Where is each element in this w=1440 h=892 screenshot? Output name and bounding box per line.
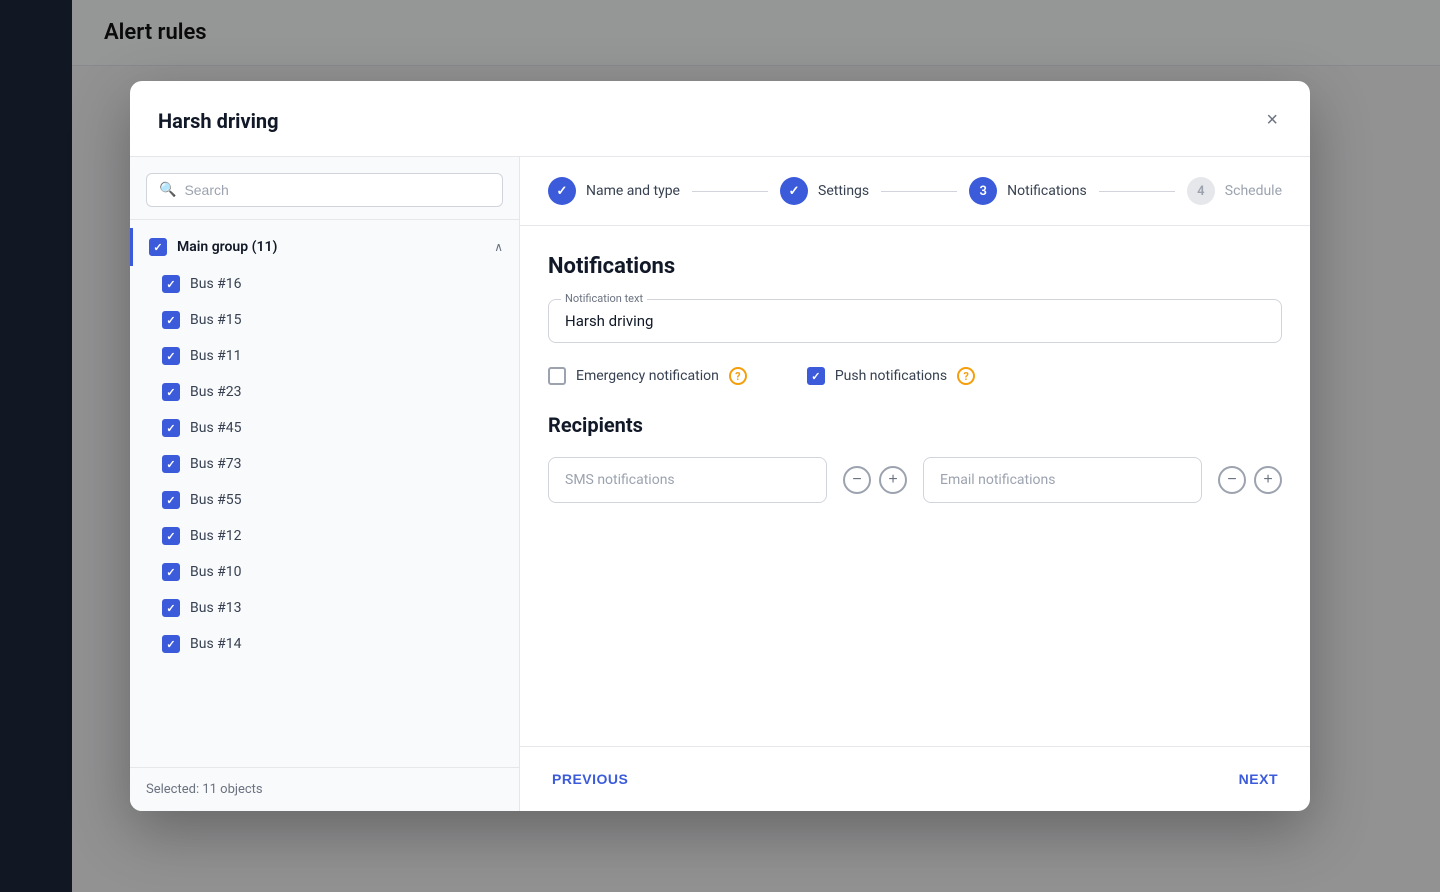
step-connector-1 xyxy=(692,191,768,192)
push-help-icon[interactable]: ? xyxy=(957,367,975,385)
item-checkbox[interactable] xyxy=(162,491,180,509)
item-label: Bus #13 xyxy=(190,600,503,616)
next-button[interactable]: NEXT xyxy=(1235,763,1282,795)
list-item[interactable]: Bus #16 xyxy=(130,266,519,302)
step-3-circle: 3 xyxy=(969,177,997,205)
step-1-label: Name and type xyxy=(586,183,680,199)
list-item[interactable]: Bus #23 xyxy=(130,374,519,410)
step-connector-2 xyxy=(881,191,957,192)
notification-text-value[interactable]: Harsh driving xyxy=(565,312,1265,330)
item-label: Bus #11 xyxy=(190,348,503,364)
email-remove-button[interactable]: − xyxy=(1218,466,1246,494)
search-input[interactable] xyxy=(184,182,490,198)
previous-button[interactable]: PREVIOUS xyxy=(548,763,632,795)
recipients-row: SMS notifications − + Email notification… xyxy=(548,457,1282,503)
item-label: Bus #12 xyxy=(190,528,503,544)
item-checkbox[interactable] xyxy=(162,527,180,545)
item-label: Bus #16 xyxy=(190,276,503,292)
group-label: Main group (11) xyxy=(177,239,484,255)
step-2-circle: ✓ xyxy=(780,177,808,205)
sms-add-button[interactable]: + xyxy=(879,466,907,494)
recipients-title: Recipients xyxy=(548,413,1282,437)
step-schedule: 4 Schedule xyxy=(1187,177,1282,205)
item-checkbox[interactable] xyxy=(162,311,180,329)
list-item[interactable]: Bus #10 xyxy=(130,554,519,590)
item-checkbox[interactable] xyxy=(162,419,180,437)
item-label: Bus #45 xyxy=(190,420,503,436)
right-panel: ✓ Name and type ✓ Settings 3 Notificatio… xyxy=(520,157,1310,811)
right-content: Notifications Notification text Harsh dr… xyxy=(520,226,1310,746)
sms-notifications-field[interactable]: SMS notifications xyxy=(548,457,827,503)
modal-header: Harsh driving × xyxy=(130,81,1310,157)
step-connector-3 xyxy=(1099,191,1175,192)
item-label: Bus #15 xyxy=(190,312,503,328)
step-settings: ✓ Settings xyxy=(780,177,869,205)
emergency-notification-option[interactable]: Emergency notification ? xyxy=(548,367,747,385)
emergency-checkbox[interactable] xyxy=(548,367,566,385)
item-checkbox[interactable] xyxy=(162,383,180,401)
item-label: Bus #73 xyxy=(190,456,503,472)
notification-text-field: Notification text Harsh driving xyxy=(548,299,1282,343)
group-item-main[interactable]: Main group (11) ∧ xyxy=(130,228,519,266)
tree-list: Main group (11) ∧ Bus #16 Bus #15 B xyxy=(130,220,519,767)
step-name-and-type: ✓ Name and type xyxy=(548,177,680,205)
step-4-label: Schedule xyxy=(1225,183,1282,199)
notifications-title: Notifications xyxy=(548,254,1282,279)
push-notifications-option[interactable]: Push notifications ? xyxy=(807,367,975,385)
item-checkbox[interactable] xyxy=(162,563,180,581)
modal-title: Harsh driving xyxy=(158,109,279,133)
item-checkbox[interactable] xyxy=(162,599,180,617)
item-checkbox[interactable] xyxy=(162,635,180,653)
search-box: 🔍 xyxy=(130,157,519,220)
list-item[interactable]: Bus #45 xyxy=(130,410,519,446)
notification-text-label: Notification text xyxy=(561,292,647,305)
email-controls: − + xyxy=(1218,466,1282,494)
sms-controls: − + xyxy=(843,466,907,494)
modal-dialog: Harsh driving × 🔍 Ma xyxy=(130,81,1310,811)
item-label: Bus #14 xyxy=(190,636,503,652)
step-1-circle: ✓ xyxy=(548,177,576,205)
emergency-label: Emergency notification xyxy=(576,368,719,384)
item-checkbox[interactable] xyxy=(162,275,180,293)
email-notifications-field[interactable]: Email notifications xyxy=(923,457,1202,503)
selection-count: Selected: 11 objects xyxy=(130,767,519,811)
step-3-label: Notifications xyxy=(1007,183,1087,199)
group-checkbox[interactable] xyxy=(149,238,167,256)
item-checkbox[interactable] xyxy=(162,455,180,473)
modal-body: 🔍 Main group (11) ∧ Bus #16 xyxy=(130,157,1310,811)
close-button[interactable]: × xyxy=(1262,105,1282,136)
step-2-label: Settings xyxy=(818,183,869,199)
left-panel: 🔍 Main group (11) ∧ Bus #16 xyxy=(130,157,520,811)
list-item[interactable]: Bus #73 xyxy=(130,446,519,482)
stepper: ✓ Name and type ✓ Settings 3 Notificatio… xyxy=(520,157,1310,226)
list-item[interactable]: Bus #13 xyxy=(130,590,519,626)
list-item[interactable]: Bus #14 xyxy=(130,626,519,662)
list-item[interactable]: Bus #55 xyxy=(130,482,519,518)
sms-remove-button[interactable]: − xyxy=(843,466,871,494)
search-input-wrap: 🔍 xyxy=(146,173,503,207)
item-label: Bus #10 xyxy=(190,564,503,580)
options-row: Emergency notification ? Push notificati… xyxy=(548,367,1282,385)
push-label: Push notifications xyxy=(835,368,947,384)
emergency-help-icon[interactable]: ? xyxy=(729,367,747,385)
push-checkbox[interactable] xyxy=(807,367,825,385)
item-label: Bus #23 xyxy=(190,384,503,400)
item-label: Bus #55 xyxy=(190,492,503,508)
email-add-button[interactable]: + xyxy=(1254,466,1282,494)
list-item[interactable]: Bus #12 xyxy=(130,518,519,554)
step-4-circle: 4 xyxy=(1187,177,1215,205)
list-item[interactable]: Bus #11 xyxy=(130,338,519,374)
search-icon: 🔍 xyxy=(159,182,176,198)
modal-footer: PREVIOUS NEXT xyxy=(520,746,1310,811)
item-checkbox[interactable] xyxy=(162,347,180,365)
step-notifications: 3 Notifications xyxy=(969,177,1087,205)
modal-overlay: Harsh driving × 🔍 Ma xyxy=(0,0,1440,892)
list-item[interactable]: Bus #15 xyxy=(130,302,519,338)
chevron-up-icon: ∧ xyxy=(494,240,503,254)
